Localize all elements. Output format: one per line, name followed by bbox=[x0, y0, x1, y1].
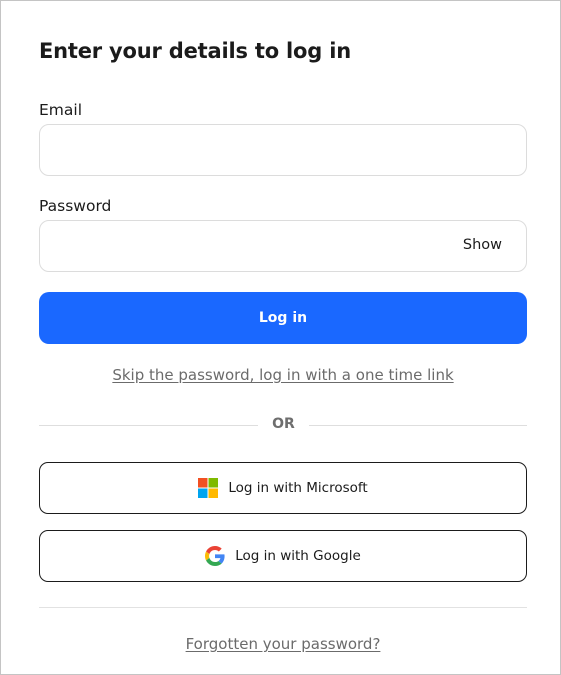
bottom-divider bbox=[39, 607, 527, 608]
google-login-button[interactable]: Log in with Google bbox=[39, 530, 527, 582]
login-button[interactable]: Log in bbox=[39, 292, 527, 344]
microsoft-login-label: Log in with Microsoft bbox=[228, 480, 368, 496]
one-time-link-link[interactable]: Skip the password, log in with a one tim… bbox=[39, 366, 527, 384]
divider-line-left bbox=[39, 425, 258, 426]
email-field-container[interactable] bbox=[39, 124, 527, 176]
divider-line-right bbox=[309, 425, 527, 426]
microsoft-login-button[interactable]: Log in with Microsoft bbox=[39, 462, 527, 514]
login-panel: Enter your details to log in Email Passw… bbox=[0, 0, 561, 675]
or-text: OR bbox=[272, 416, 295, 432]
password-field-container[interactable]: Show bbox=[39, 220, 527, 272]
or-divider: OR bbox=[39, 415, 527, 435]
password-label: Password bbox=[39, 197, 112, 215]
page-title: Enter your details to log in bbox=[39, 39, 351, 63]
microsoft-logo-icon bbox=[198, 478, 219, 498]
forgot-password-link[interactable]: Forgotten your password? bbox=[39, 635, 527, 653]
show-password-toggle[interactable]: Show bbox=[463, 237, 502, 253]
password-input[interactable] bbox=[40, 221, 468, 269]
email-input[interactable] bbox=[40, 125, 468, 173]
email-label: Email bbox=[39, 101, 83, 119]
google-login-label: Log in with Google bbox=[235, 548, 361, 564]
google-logo-icon bbox=[205, 546, 225, 566]
